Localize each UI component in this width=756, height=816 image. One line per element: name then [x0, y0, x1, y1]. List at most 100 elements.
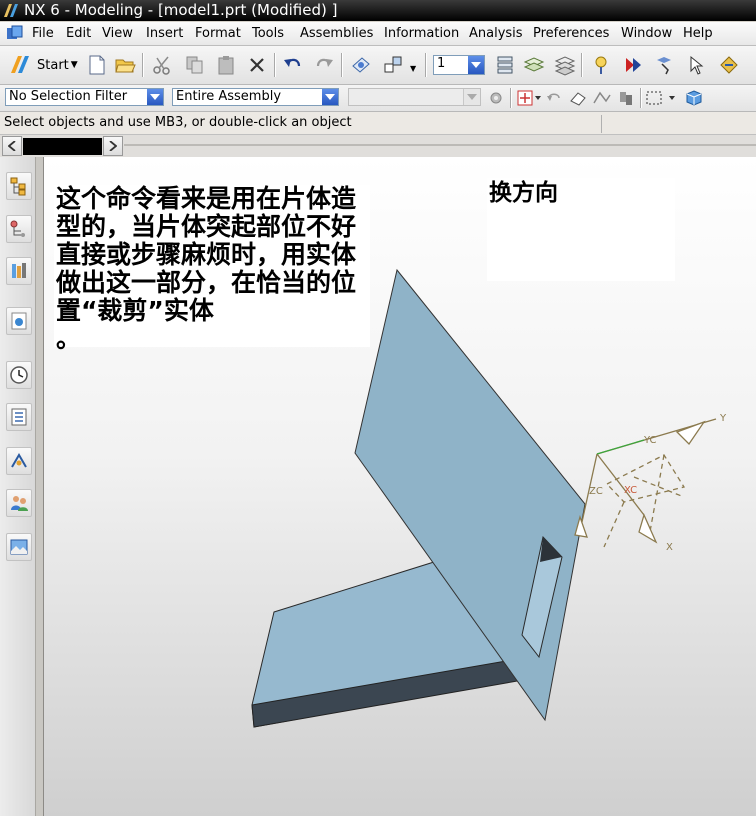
layer-category-icon	[554, 56, 576, 76]
active-part-tab[interactable]	[23, 138, 102, 155]
selection-toolbar: No Selection Filter Entire Assembly	[0, 85, 756, 112]
repeat-command-icon	[352, 57, 370, 73]
menu-view[interactable]: View	[102, 25, 133, 42]
new-button[interactable]	[84, 52, 110, 78]
copy-button[interactable]	[182, 52, 208, 78]
show-view-button[interactable]	[685, 89, 703, 107]
delete-button[interactable]	[244, 52, 270, 78]
chevron-left-icon	[8, 141, 16, 151]
menu-insert[interactable]: Insert	[146, 25, 183, 42]
select-all-button[interactable]	[546, 90, 562, 106]
work-layer-select[interactable]: 1	[433, 55, 485, 75]
layer-category-button[interactable]	[552, 52, 578, 78]
layer-settings-button[interactable]	[492, 52, 518, 78]
deselect-button[interactable]	[568, 89, 588, 107]
process-studio-icon	[11, 453, 27, 468]
redo-button[interactable]	[311, 52, 337, 78]
transform-button[interactable]	[716, 52, 742, 78]
quick-pick-button[interactable]	[616, 89, 636, 107]
process-studio-button[interactable]	[6, 447, 32, 475]
part-navigator-button[interactable]	[6, 215, 32, 243]
menu-edit[interactable]: Edit	[66, 25, 91, 42]
clock-icon	[10, 366, 28, 384]
web-browser-icon	[11, 312, 27, 330]
select-feature-button[interactable]	[652, 52, 678, 78]
menu-file[interactable]: File	[32, 25, 54, 42]
filter-settings-button[interactable]	[487, 89, 505, 107]
cursor-icon	[690, 55, 704, 75]
redo-icon	[316, 58, 333, 67]
menu-analysis[interactable]: Analysis	[469, 25, 523, 42]
curve-point-icon	[593, 91, 611, 104]
selection-filter-value: No Selection Filter	[9, 89, 128, 104]
selection-filter-select[interactable]: No Selection Filter	[5, 88, 164, 106]
menu-help[interactable]: Help	[683, 25, 713, 42]
annotation-note-left: 这个命令看来是用在片体造型的，当片体突起部位不好直接或步骤麻烦时，用实体做出这一…	[54, 185, 370, 353]
point-on-curve-button[interactable]	[592, 89, 612, 107]
assembly-navigator-icon	[10, 177, 26, 196]
nx-app-icon[interactable]	[3, 3, 19, 18]
graphics-window[interactable]: Y X YC XC ZC 这个命令看来是用在片体造型的，当片体突起部位不好直接或…	[44, 157, 756, 816]
copy-icon	[186, 56, 203, 74]
type-filter-select[interactable]	[348, 88, 481, 106]
selection-cursor-button[interactable]	[684, 52, 710, 78]
window-title: NX 6 - Modeling - [model1.prt (Modified)…	[24, 1, 338, 19]
menu-information[interactable]: Information	[384, 25, 459, 42]
undo-icon	[284, 58, 301, 67]
zc-axis-label: ZC	[589, 486, 603, 497]
menu-window[interactable]: Window	[621, 25, 672, 42]
menu-tools[interactable]: Tools	[252, 25, 284, 42]
reuse-library-button[interactable]	[6, 257, 32, 285]
snap-point-button[interactable]	[516, 89, 542, 107]
system-scenes-button[interactable]	[6, 533, 32, 561]
y-axis-label: Y	[719, 413, 727, 424]
title-bar: NX 6 - Modeling - [model1.prt (Modified)…	[0, 0, 756, 21]
menu-preferences[interactable]: Preferences	[533, 25, 609, 42]
dropdown-arrow-icon[interactable]: ▼	[410, 64, 416, 73]
chevron-down-icon[interactable]	[463, 89, 480, 105]
status-divider	[601, 115, 602, 133]
rectangle-select-icon	[646, 91, 675, 105]
undo-button[interactable]	[280, 52, 306, 78]
open-button[interactable]	[112, 52, 138, 78]
tab-scroll-left-button[interactable]	[2, 136, 22, 156]
visible-in-view-button[interactable]	[521, 52, 547, 78]
chevron-down-icon[interactable]	[147, 89, 163, 105]
work-layer-value: 1	[437, 56, 446, 71]
chevron-down-icon: ▼	[70, 60, 78, 70]
cue-line: Select objects and use MB3, or double-cl…	[0, 112, 756, 135]
arrow-return-icon	[547, 93, 560, 101]
cut-button[interactable]	[149, 52, 175, 78]
snap-point-icon	[517, 90, 541, 106]
chevron-down-icon[interactable]	[468, 56, 484, 74]
system-materials-button[interactable]	[6, 403, 32, 431]
menu-bar: File Edit View Insert Format Tools Assem…	[0, 22, 756, 46]
menu-assemblies[interactable]: Assemblies	[300, 25, 373, 42]
selection-scope-select[interactable]: Entire Assembly	[172, 88, 339, 106]
play-animation-button[interactable]	[620, 52, 646, 78]
resource-bar-splitter[interactable]	[35, 157, 44, 816]
landscape-image-icon	[10, 539, 28, 555]
scissors-icon	[153, 56, 170, 75]
assembly-navigator-button[interactable]	[6, 172, 32, 200]
chevron-down-icon[interactable]	[322, 89, 338, 105]
repeat-command-button[interactable]	[348, 52, 374, 78]
standard-toolbar: Start ▼ ▼ 1	[0, 46, 756, 85]
yc-axis-label: YC	[643, 435, 657, 446]
tab-scroll-right-button[interactable]	[103, 136, 123, 156]
menu-format[interactable]: Format	[195, 25, 241, 42]
paste-button[interactable]	[213, 52, 239, 78]
start-button[interactable]: Start ▼	[8, 52, 80, 78]
menu-app-icon[interactable]	[6, 25, 24, 42]
measure-distance-button[interactable]	[588, 52, 614, 78]
transform-icon	[720, 56, 738, 74]
reuse-library-icon	[12, 263, 26, 278]
rectangle-select-button[interactable]	[645, 89, 679, 107]
history-button[interactable]	[6, 361, 32, 389]
roles-button[interactable]	[6, 489, 32, 517]
new-document-icon	[89, 55, 105, 75]
hd3d-tools-button[interactable]	[6, 307, 32, 335]
move-object-button[interactable]	[380, 52, 406, 78]
roles-users-icon	[11, 496, 28, 511]
start-icon	[11, 56, 29, 73]
